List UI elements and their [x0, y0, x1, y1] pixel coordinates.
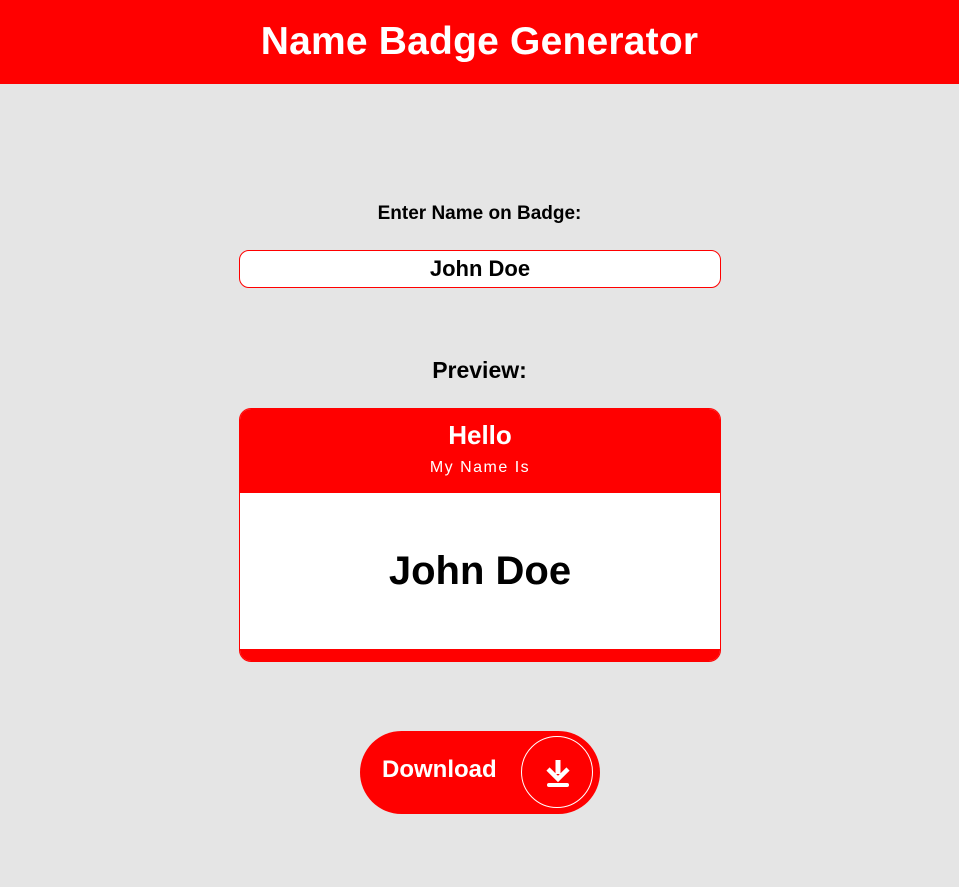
- badge-footer-stripe: [240, 649, 720, 661]
- name-badge-preview: Hello My Name Is John Doe: [239, 408, 721, 662]
- app-header: Name Badge Generator: [0, 0, 959, 84]
- preview-label: Preview:: [432, 357, 527, 383]
- badge-greeting: Hello: [448, 420, 512, 450]
- name-input-label: Enter Name on Badge:: [377, 203, 582, 224]
- download-button-label: Download: [382, 756, 497, 783]
- name-input[interactable]: [239, 250, 721, 288]
- badge-subtitle: My Name Is: [429, 459, 531, 476]
- badge-header: Hello My Name Is: [240, 409, 720, 493]
- download-arrow-icon: [521, 736, 593, 808]
- download-button[interactable]: Download: [360, 731, 600, 814]
- badge-name: John Doe: [388, 549, 572, 593]
- page-title: Name Badge Generator: [260, 20, 699, 63]
